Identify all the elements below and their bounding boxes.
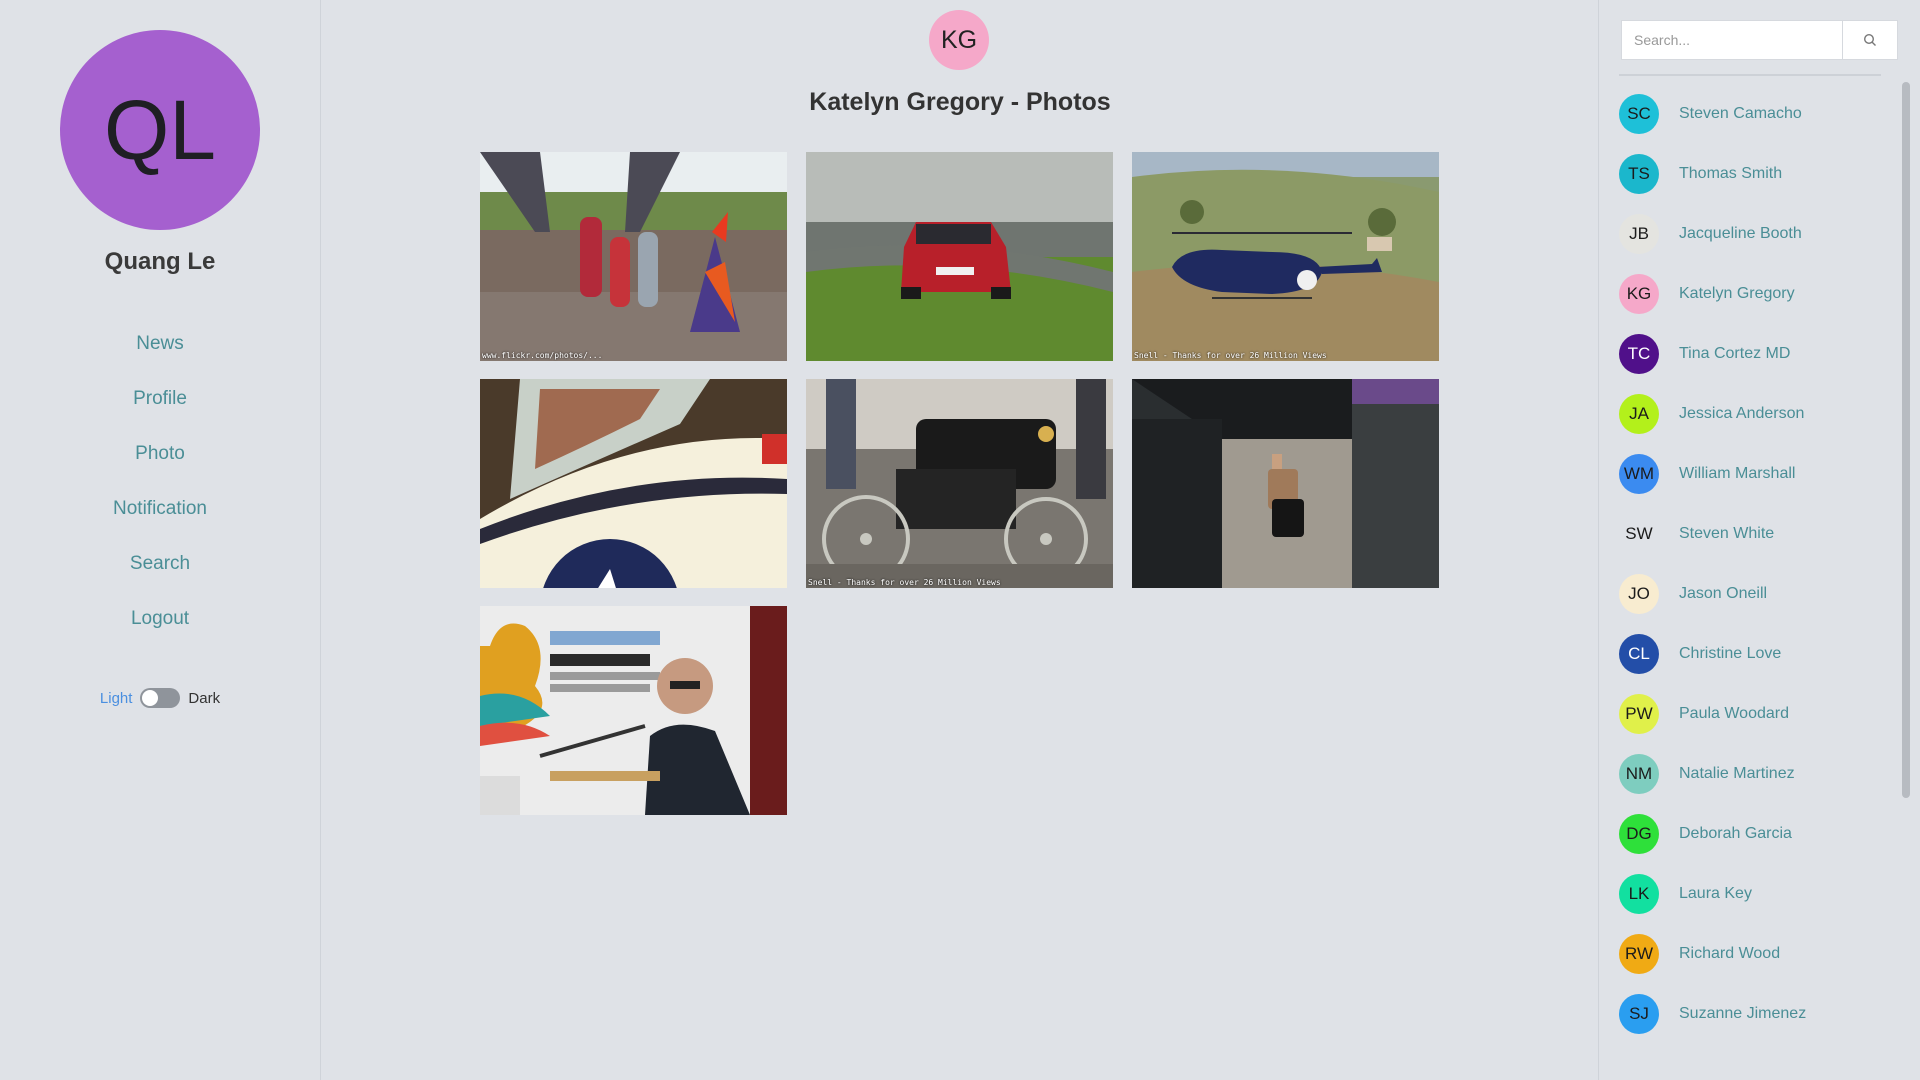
search-button[interactable] [1843, 20, 1898, 60]
contact-name[interactable]: Jacqueline Booth [1679, 225, 1802, 243]
contact-avatar: LK [1619, 874, 1659, 914]
contact-item[interactable] [1599, 1044, 1899, 1052]
contact-name[interactable]: Thomas Smith [1679, 165, 1782, 183]
contact-item[interactable]: JO Jason Oneill [1599, 564, 1899, 624]
contact-item[interactable]: PW Paula Woodard [1599, 684, 1899, 744]
contact-name[interactable]: Paula Woodard [1679, 705, 1789, 723]
theme-toggle[interactable] [140, 688, 181, 708]
contact-avatar: NM [1619, 754, 1659, 794]
right-panel: SC Steven Camacho TS Thomas Smith JB Jacqueli… [1598, 0, 1920, 1080]
contact-name[interactable]: Christine Love [1679, 645, 1781, 663]
nav-notification[interactable]: Notification [0, 481, 320, 536]
photo-thumbnail[interactable]: Snell - Thanks for over 26 Million Views [806, 379, 1113, 588]
contact-avatar: SW [1619, 514, 1659, 554]
photo-grid: www.flickr.com/photos/... Snell - Thanks… [480, 152, 1439, 815]
photo-watermark: www.flickr.com/photos/... [482, 351, 603, 360]
contact-avatar: TS [1619, 154, 1659, 194]
photo-image [1132, 379, 1439, 588]
contact-name[interactable]: Richard Wood [1679, 945, 1780, 963]
nav-photo[interactable]: Photo [0, 426, 320, 481]
contact-item[interactable]: LK Laura Key [1599, 864, 1899, 924]
nav-news[interactable]: News [0, 316, 320, 371]
contact-avatar: WM [1619, 454, 1659, 494]
contact-item[interactable]: WM William Marshall [1599, 444, 1899, 504]
photo-image [1132, 152, 1439, 361]
contact-item[interactable]: JB Jacqueline Booth [1599, 204, 1899, 264]
contact-avatar: TC [1619, 334, 1659, 374]
contact-list: SC Steven Camacho TS Thomas Smith JB Jacqueli… [1599, 84, 1899, 1052]
nav-profile[interactable]: Profile [0, 371, 320, 426]
contact-name[interactable]: Natalie Martinez [1679, 765, 1795, 783]
photo-image [480, 606, 787, 815]
contact-item[interactable]: JA Jessica Anderson [1599, 384, 1899, 444]
photo-thumbnail[interactable]: www.flickr.com/photos/... [480, 152, 787, 361]
search-input[interactable] [1621, 20, 1843, 60]
contact-name[interactable]: Tina Cortez MD [1679, 345, 1790, 363]
contact-item[interactable]: SW Steven White [1599, 504, 1899, 564]
contact-item[interactable]: SC Steven Camacho [1599, 84, 1899, 144]
toggle-knob [142, 690, 159, 706]
contact-name[interactable]: Suzanne Jimenez [1679, 1005, 1806, 1023]
photo-image [480, 152, 787, 361]
contact-item[interactable]: NM Natalie Martinez [1599, 744, 1899, 804]
nav-logout[interactable]: Logout [0, 591, 320, 646]
page-title: Katelyn Gregory - Photos [809, 88, 1111, 116]
contact-item[interactable]: DG Deborah Garcia [1599, 804, 1899, 864]
contact-avatar: PW [1619, 694, 1659, 734]
contact-avatar: CL [1619, 634, 1659, 674]
photo-image [806, 379, 1113, 588]
nav-search[interactable]: Search [0, 536, 320, 591]
contact-name[interactable]: Steven Camacho [1679, 105, 1802, 123]
photo-thumbnail[interactable] [1132, 379, 1439, 588]
user-avatar[interactable]: QL [60, 30, 260, 230]
photo-watermark: Snell - Thanks for over 26 Million Views [808, 578, 1001, 587]
contact-item[interactable]: TS Thomas Smith [1599, 144, 1899, 204]
contact-item[interactable]: KG Katelyn Gregory [1599, 264, 1899, 324]
contact-name[interactable]: William Marshall [1679, 465, 1795, 483]
contact-avatar: RW [1619, 934, 1659, 974]
left-sidebar: QL Quang Le News Profile Photo Notificat… [0, 0, 321, 1080]
contact-list-scrollbar[interactable] [1902, 82, 1910, 798]
search-icon [1863, 33, 1876, 46]
contact-avatar: DG [1619, 814, 1659, 854]
contact-name[interactable]: Katelyn Gregory [1679, 285, 1795, 303]
contact-avatar: SJ [1619, 994, 1659, 1034]
contact-search [1621, 20, 1898, 60]
user-name: Quang Le [104, 248, 216, 275]
photos-page: KG Katelyn Gregory - Photos www.flickr.c… [322, 0, 1598, 1080]
contact-name[interactable]: Laura Key [1679, 885, 1752, 903]
theme-light-label: Light [99, 689, 133, 707]
contact-name[interactable]: Deborah Garcia [1679, 825, 1792, 843]
theme-dark-label: Dark [188, 689, 221, 707]
contact-item[interactable]: TC Tina Cortez MD [1599, 324, 1899, 384]
contact-avatar: JB [1619, 214, 1659, 254]
main-nav: News Profile Photo Notification Search L… [0, 316, 320, 646]
photo-image [480, 379, 787, 588]
contact-avatar: SC [1619, 94, 1659, 134]
photo-watermark: Snell - Thanks for over 26 Million Views [1134, 351, 1327, 360]
search-divider [1619, 74, 1881, 76]
contact-item[interactable]: RW Richard Wood [1599, 924, 1899, 984]
photo-thumbnail[interactable] [480, 606, 787, 815]
contact-avatar: JO [1619, 574, 1659, 614]
photo-image [806, 152, 1113, 361]
photo-thumbnail[interactable] [480, 379, 787, 588]
contact-item[interactable]: SJ Suzanne Jimenez [1599, 984, 1899, 1044]
theme-switch: Light Dark [0, 688, 320, 708]
contact-name[interactable]: Jason Oneill [1679, 585, 1767, 603]
contact-item[interactable]: CL Christine Love [1599, 624, 1899, 684]
contact-name[interactable]: Jessica Anderson [1679, 405, 1804, 423]
photo-thumbnail[interactable]: Snell - Thanks for over 26 Million Views [1132, 152, 1439, 361]
contact-avatar: JA [1619, 394, 1659, 434]
contact-avatar: KG [1619, 274, 1659, 314]
contact-name[interactable]: Steven White [1679, 525, 1774, 543]
photo-thumbnail[interactable] [806, 152, 1113, 361]
profile-avatar[interactable]: KG [929, 10, 989, 70]
